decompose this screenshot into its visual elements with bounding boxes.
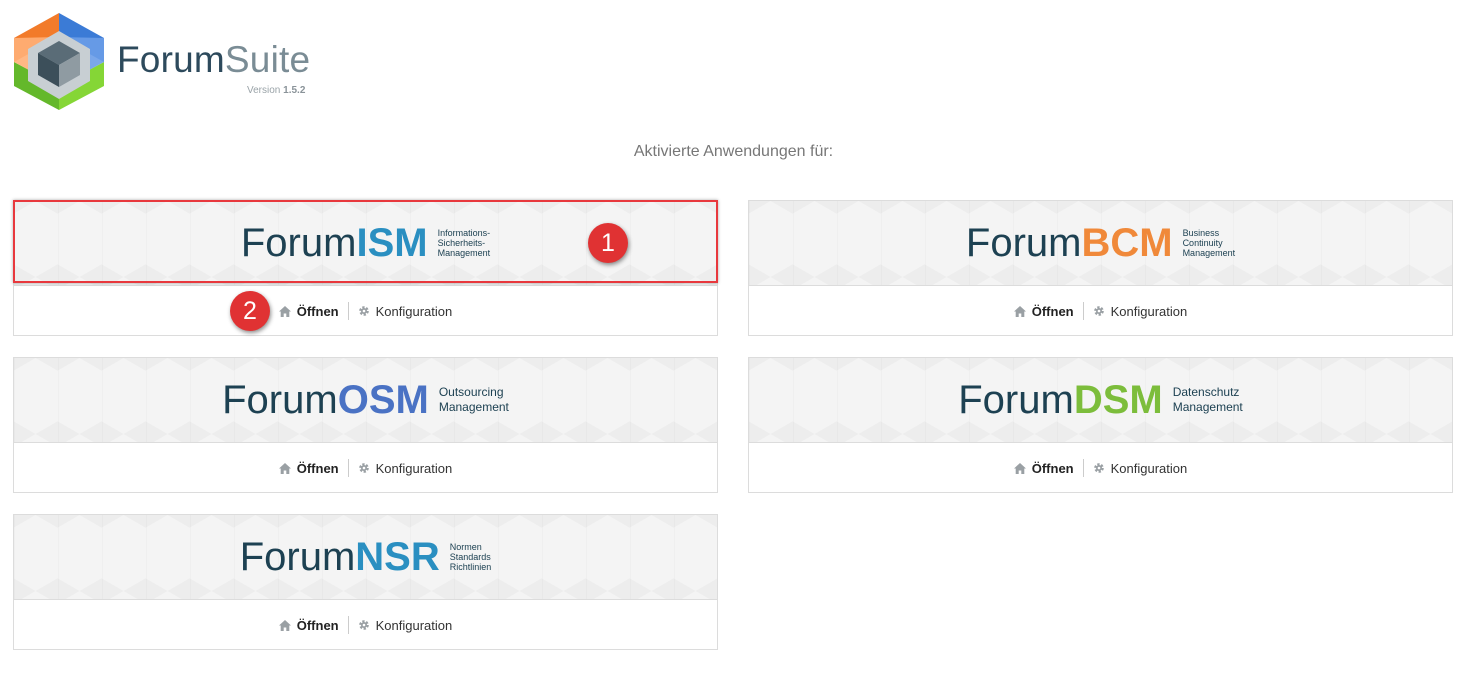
app-title-bcm: ForumBCM <box>965 221 1173 265</box>
home-icon <box>1013 462 1026 474</box>
gear-icon <box>1093 463 1104 473</box>
app-banner-osm[interactable]: ForumOSM Outsourcing Management <box>14 358 717 443</box>
action-divider <box>347 459 349 477</box>
app-card-dsm: ForumDSM Datenschutz Management Öffnen K… <box>748 357 1453 493</box>
forumsuite-logo: ForumSuite Version 1.5.2 <box>12 13 317 113</box>
gear-icon <box>358 463 369 473</box>
gear-icon <box>358 620 369 630</box>
home-icon <box>1013 305 1026 317</box>
app-title-nsr: ForumNSR <box>239 535 440 579</box>
page-heading: Aktivierte Anwendungen für: <box>633 143 834 160</box>
version-number: 1.5.2 <box>283 85 306 96</box>
annotation-badge-1: 1 <box>588 223 628 263</box>
home-icon <box>278 305 291 317</box>
app-desc-osm: Outsourcing Management <box>438 385 509 414</box>
app-banner-dsm[interactable]: ForumDSM Datenschutz Management <box>749 358 1452 443</box>
open-link-dsm[interactable]: Öffnen <box>1013 461 1074 476</box>
config-link-osm[interactable]: Konfiguration <box>358 461 452 476</box>
version-info: Version 1.5.2 <box>247 85 305 96</box>
app-title-osm: ForumOSM <box>222 378 429 422</box>
app-title-dsm: ForumDSM <box>958 378 1163 422</box>
annotation-badge-2: 2 <box>230 291 270 331</box>
brand-part-forum: Forum <box>117 39 225 80</box>
config-link-ism[interactable]: Konfiguration <box>358 304 452 319</box>
app-actions-osm: Öffnen Konfiguration <box>14 443 717 493</box>
open-link-nsr[interactable]: Öffnen <box>278 618 339 633</box>
config-link-bcm[interactable]: Konfiguration <box>1093 304 1187 319</box>
gear-icon <box>1093 306 1104 316</box>
open-link-bcm[interactable]: Öffnen <box>1013 304 1074 319</box>
brand-part-suite: Suite <box>224 39 311 80</box>
app-banner-bcm[interactable]: ForumBCM Business Continuity Management <box>749 201 1452 286</box>
app-actions-ism: Öffnen Konfiguration <box>14 286 717 336</box>
app-banner-nsr[interactable]: ForumNSR Normen Standards Richtlinien <box>14 515 717 600</box>
brand-name: ForumSuite <box>117 41 310 78</box>
forumsuite-cube-icon <box>14 13 104 110</box>
home-icon <box>278 462 291 474</box>
open-link-osm[interactable]: Öffnen <box>278 461 339 476</box>
app-actions-bcm: Öffnen Konfiguration <box>749 286 1452 336</box>
app-card-bcm: ForumBCM Business Continuity Management … <box>748 200 1453 336</box>
app-actions-nsr: Öffnen Konfiguration <box>14 600 717 650</box>
config-link-dsm[interactable]: Konfiguration <box>1093 461 1187 476</box>
app-desc-dsm: Datenschutz Management <box>1172 385 1243 414</box>
gear-icon <box>358 306 369 316</box>
app-card-osm: ForumOSM Outsourcing Management Öffnen K… <box>13 357 718 493</box>
app-desc-bcm: Business Continuity Management <box>1182 228 1236 258</box>
app-actions-dsm: Öffnen Konfiguration <box>749 443 1452 493</box>
action-divider <box>1082 302 1084 320</box>
open-link-ism[interactable]: Öffnen <box>278 304 339 319</box>
app-desc-nsr: Normen Standards Richtlinien <box>449 542 492 572</box>
config-link-nsr[interactable]: Konfiguration <box>358 618 452 633</box>
action-divider <box>347 616 349 634</box>
home-icon <box>278 619 291 631</box>
version-label: Version <box>247 85 281 96</box>
action-divider <box>1082 459 1084 477</box>
action-divider <box>347 302 349 320</box>
app-card-nsr: ForumNSR Normen Standards Richtlinien Öf… <box>13 514 718 650</box>
